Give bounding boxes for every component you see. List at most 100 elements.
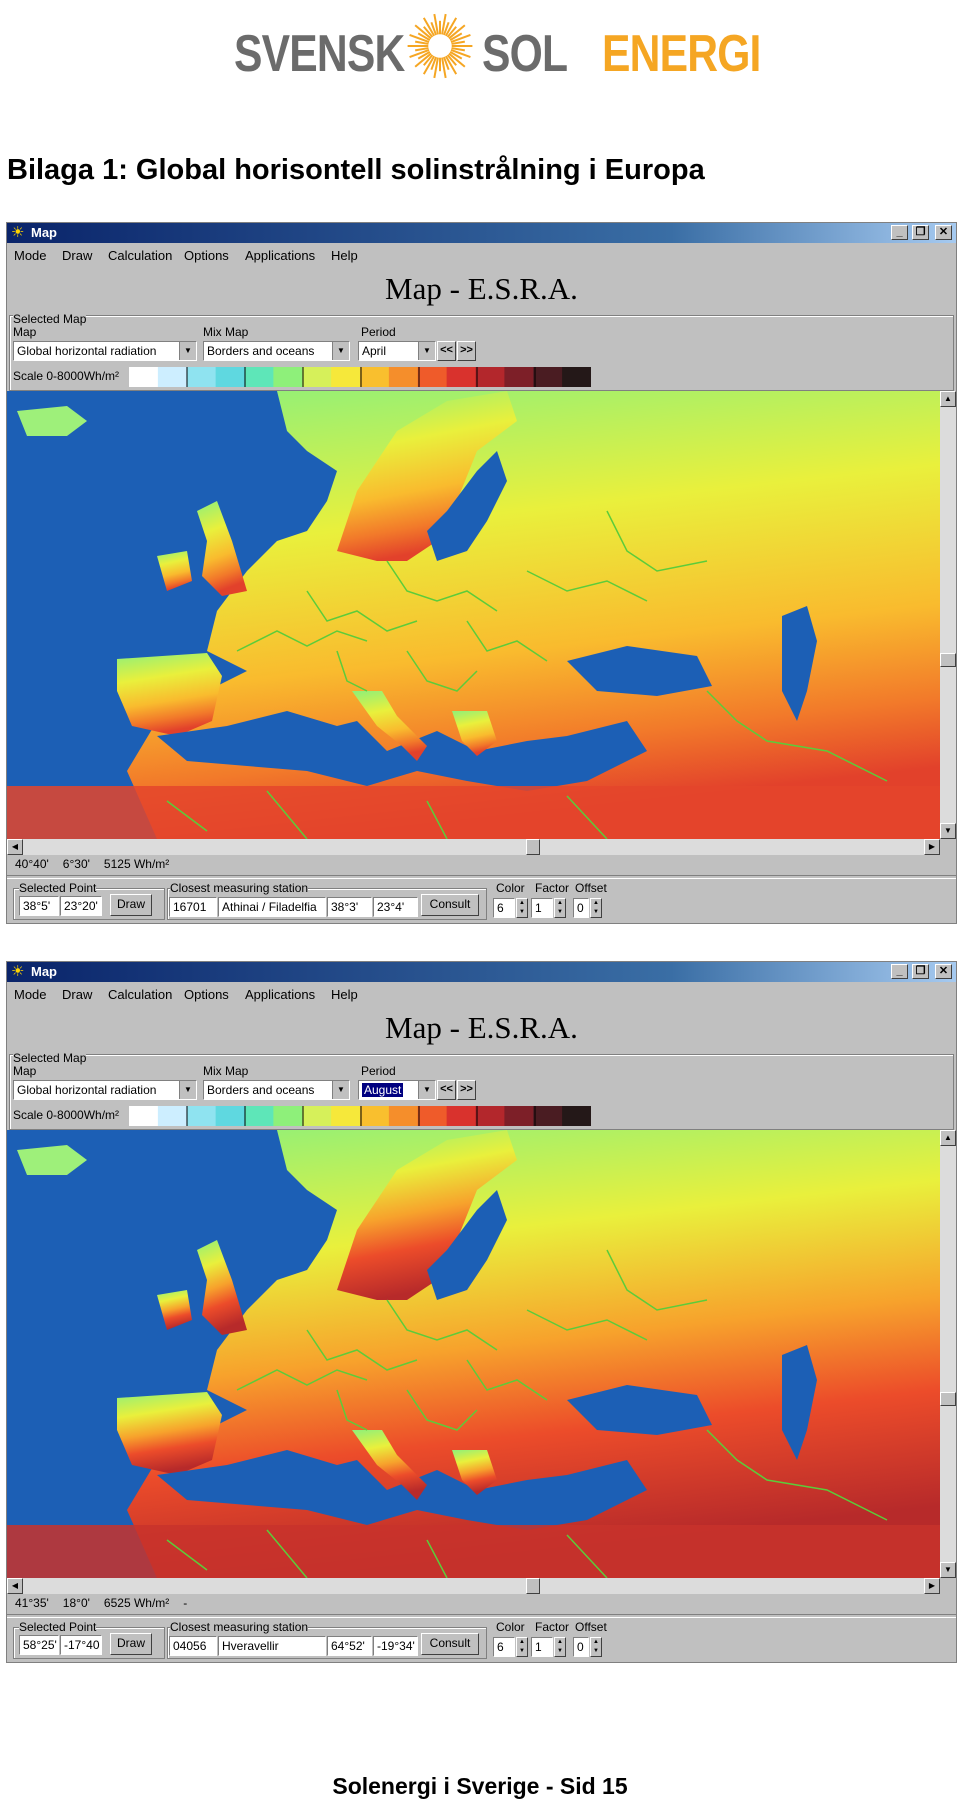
scroll-down-icon[interactable]: ▼ <box>940 823 956 839</box>
point-latitude-field[interactable]: 58°25' <box>19 1635 59 1655</box>
scroll-thumb[interactable] <box>526 1578 540 1594</box>
scroll-right-icon[interactable]: ▶ <box>924 839 940 855</box>
consult-button[interactable]: Consult <box>421 1633 479 1655</box>
divider <box>7 875 956 879</box>
close-button[interactable]: ✕ <box>935 964 952 979</box>
draw-button[interactable]: Draw <box>110 1633 152 1655</box>
point-longitude-field[interactable]: -17°40 <box>60 1635 102 1655</box>
station-id-field[interactable]: 16701 <box>169 897 217 917</box>
station-longitude-field[interactable]: 23°4' <box>373 897 418 917</box>
point-longitude-field[interactable]: 23°20' <box>60 896 102 916</box>
vertical-scrollbar[interactable]: ▲ ▼ <box>940 391 956 839</box>
restore-button[interactable]: ❐ <box>912 964 929 979</box>
station-id-field[interactable]: 04056 <box>169 1636 217 1656</box>
menu-help[interactable]: Help <box>331 987 358 1002</box>
mix-map-select[interactable]: Borders and oceans ▼ <box>203 1080 350 1100</box>
menu-draw[interactable]: Draw <box>62 248 92 263</box>
status-latitude: 41°35' <box>15 1596 49 1610</box>
horizontal-scrollbar[interactable]: ◀ ▶ <box>7 1578 940 1594</box>
scroll-up-icon[interactable]: ▲ <box>940 391 956 407</box>
logo-text-svensk: SVENSK <box>234 25 405 83</box>
period-select[interactable]: August ▼ <box>358 1080 436 1100</box>
menu-mode[interactable]: Mode <box>14 248 47 263</box>
close-button[interactable]: ✕ <box>935 225 952 240</box>
chevron-down-icon: ▼ <box>332 342 349 360</box>
previous-period-button[interactable]: << <box>437 1080 456 1100</box>
scroll-right-icon[interactable]: ▶ <box>924 1578 940 1594</box>
radiation-map[interactable] <box>7 1130 940 1578</box>
menu-draw[interactable]: Draw <box>62 987 92 1002</box>
factor-stepper[interactable]: ▲ ▼ <box>554 1637 566 1657</box>
mix-map-select[interactable]: Borders and oceans ▼ <box>203 341 350 361</box>
logo-text-energi: ENERGI <box>602 25 761 83</box>
point-latitude-field[interactable]: 38°5' <box>19 896 59 916</box>
restore-button[interactable]: ❐ <box>912 225 929 240</box>
color-field[interactable]: 6 <box>493 898 515 918</box>
menu-options[interactable]: Options <box>184 248 229 263</box>
scroll-thumb[interactable] <box>940 1392 956 1406</box>
menu-help[interactable]: Help <box>331 248 358 263</box>
scroll-thumb[interactable] <box>526 839 540 855</box>
chevron-down-icon: ▼ <box>418 342 435 360</box>
factor-field[interactable]: 1 <box>531 1637 553 1657</box>
selected-map-label: Selected Map <box>13 312 87 326</box>
period-label: Period <box>361 1064 396 1078</box>
station-longitude-field[interactable]: -19°34' <box>373 1636 418 1656</box>
draw-button[interactable]: Draw <box>110 894 152 916</box>
color-field[interactable]: 6 <box>493 1637 515 1657</box>
scroll-left-icon[interactable]: ◀ <box>7 839 23 855</box>
scroll-down-icon[interactable]: ▼ <box>940 1562 956 1578</box>
chevron-down-icon: ▼ <box>418 1081 435 1099</box>
offset-field[interactable]: 0 <box>573 1637 589 1657</box>
mix-map-label: Mix Map <box>203 1064 249 1078</box>
closest-station-label: Closest measuring station <box>170 1620 309 1634</box>
minimize-button[interactable]: _ <box>891 964 908 979</box>
offset-stepper[interactable]: ▲ ▼ <box>590 898 602 918</box>
menu-calculation[interactable]: Calculation <box>108 248 172 263</box>
station-latitude-field[interactable]: 38°3' <box>327 897 372 917</box>
status-latitude: 40°40' <box>15 857 49 871</box>
map-label: Map <box>13 1064 37 1078</box>
factor-field[interactable]: 1 <box>531 898 553 918</box>
menu-applications[interactable]: Applications <box>245 987 315 1002</box>
station-name-field[interactable]: Athinai / Filadelfia <box>218 897 326 917</box>
consult-button[interactable]: Consult <box>421 894 479 916</box>
horizontal-scrollbar[interactable]: ◀ ▶ <box>7 839 940 855</box>
vertical-scrollbar[interactable]: ▲ ▼ <box>940 1130 956 1578</box>
period-select[interactable]: April ▼ <box>358 341 436 361</box>
scroll-thumb[interactable] <box>940 653 956 667</box>
previous-period-button[interactable]: << <box>437 341 456 361</box>
status-value: 6525 Wh/m² <box>103 1596 170 1610</box>
next-period-button[interactable]: >> <box>457 1080 476 1100</box>
scroll-left-icon[interactable]: ◀ <box>7 1578 23 1594</box>
radiation-map[interactable] <box>7 391 940 839</box>
offset-stepper[interactable]: ▲ ▼ <box>590 1637 602 1657</box>
window-title: Map <box>31 964 57 979</box>
selected-point-label: Selected Point <box>19 881 97 895</box>
station-name-field[interactable]: Hveravellir <box>218 1636 326 1656</box>
scroll-up-icon[interactable]: ▲ <box>940 1130 956 1146</box>
color-stepper[interactable]: ▲ ▼ <box>516 898 528 918</box>
chevron-down-icon: ▼ <box>332 1081 349 1099</box>
offset-label: Offset <box>575 1620 607 1634</box>
color-stepper[interactable]: ▲ ▼ <box>516 1637 528 1657</box>
next-period-button[interactable]: >> <box>457 341 476 361</box>
map-select[interactable]: Global horizontal radiation ▼ <box>13 1080 197 1100</box>
title-bar: ☀ Map _ ❐ ✕ <box>7 962 956 982</box>
menu-mode[interactable]: Mode <box>14 987 47 1002</box>
page-footer: Solenergi i Sverige - Sid 15 <box>332 1773 628 1799</box>
menu-calculation[interactable]: Calculation <box>108 987 172 1002</box>
factor-label: Factor <box>535 1620 570 1634</box>
svensk-solenergi-logo: SVENSK SOL ENERGI <box>232 10 761 90</box>
offset-field[interactable]: 0 <box>573 898 589 918</box>
scale-label: Scale 0-8000Wh/m² <box>13 1108 120 1122</box>
menu-options[interactable]: Options <box>184 987 229 1002</box>
menu-applications[interactable]: Applications <box>245 248 315 263</box>
map-label: Map <box>13 325 37 339</box>
factor-stepper[interactable]: ▲ ▼ <box>554 898 566 918</box>
menu-bar: Mode Draw Calculation Options Applicatio… <box>7 245 956 267</box>
title-bar: ☀ Map _ ❐ ✕ <box>7 223 956 243</box>
station-latitude-field[interactable]: 64°52' <box>327 1636 372 1656</box>
minimize-button[interactable]: _ <box>891 225 908 240</box>
map-select[interactable]: Global horizontal radiation ▼ <box>13 341 197 361</box>
